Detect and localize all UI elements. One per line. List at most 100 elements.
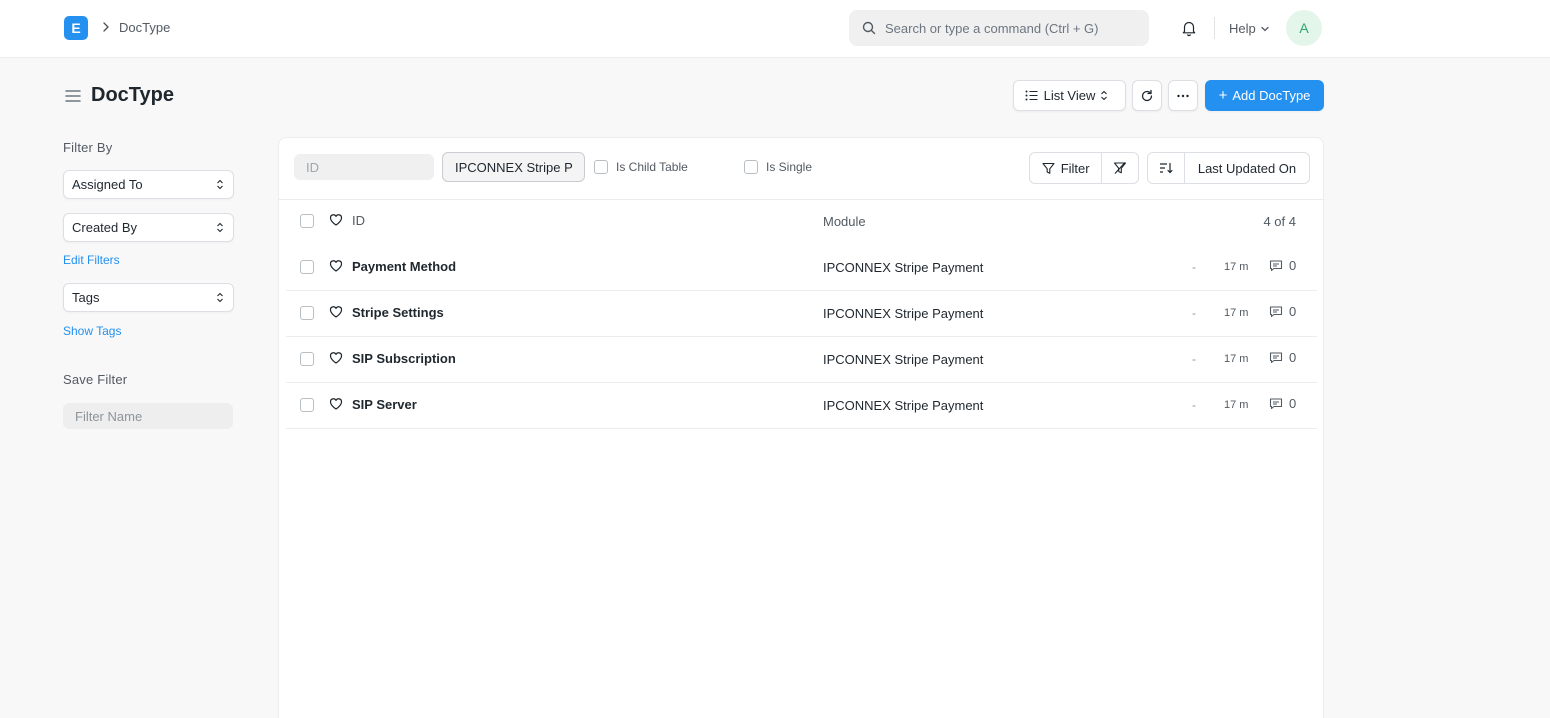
row-name[interactable]: Stripe Settings [352, 305, 444, 320]
filter-button[interactable]: Filter [1030, 153, 1103, 183]
navbar-divider [1214, 17, 1215, 39]
row-name[interactable]: SIP Subscription [352, 351, 456, 366]
row-status: - [1192, 352, 1196, 366]
ellipsis-icon [1177, 94, 1189, 97]
show-tags-link[interactable]: Show Tags [63, 324, 121, 338]
tags-select[interactable]: Tags [63, 283, 234, 312]
row-comments: 0 [1269, 304, 1296, 319]
sidebar-toggle-icon[interactable] [64, 88, 82, 104]
row-comments: 0 [1269, 396, 1296, 411]
row-module: IPCONNEX Stripe Payment [823, 398, 984, 413]
is-single-checkbox[interactable]: Is Single [744, 160, 812, 174]
created-by-select[interactable]: Created By [63, 213, 234, 242]
row-status: - [1192, 306, 1196, 320]
row-status: - [1192, 398, 1196, 412]
row-name[interactable]: Payment Method [352, 259, 456, 274]
list-view-label: List View [1043, 88, 1096, 103]
row-modified-time: 17 m [1224, 353, 1249, 365]
row-comment-count: 0 [1289, 396, 1297, 411]
is-child-table-checkbox[interactable]: Is Child Table [594, 160, 688, 174]
row-comment-count: 0 [1289, 258, 1297, 273]
heart-icon[interactable] [329, 259, 343, 273]
sort-button-group: Last Updated On [1147, 152, 1310, 184]
add-doctype-button[interactable]: + Add DocType [1205, 80, 1324, 111]
save-filter-label: Save Filter [63, 372, 128, 387]
id-filter-input[interactable]: ID [294, 154, 434, 180]
row-checkbox[interactable] [300, 398, 314, 412]
id-column-header: ID [352, 213, 365, 228]
list-row[interactable]: Payment Method IPCONNEX Stripe Payment -… [286, 245, 1317, 291]
list-icon [1025, 90, 1038, 101]
assigned-to-select[interactable]: Assigned To [63, 170, 234, 199]
comment-icon [1269, 306, 1283, 318]
row-module: IPCONNEX Stripe Payment [823, 352, 984, 367]
navbar: E DocType Search or type a command (Ctrl… [0, 0, 1550, 58]
sort-descending-icon [1160, 162, 1173, 174]
sort-field-label: Last Updated On [1197, 160, 1297, 176]
refresh-icon [1141, 89, 1153, 101]
row-name[interactable]: SIP Server [352, 397, 417, 412]
sort-updown-icon [217, 222, 223, 233]
list-view-button[interactable]: List View [1013, 80, 1126, 111]
select-all-checkbox[interactable] [300, 214, 314, 228]
list-row[interactable]: SIP Server IPCONNEX Stripe Payment - 17 … [286, 383, 1317, 429]
created-by-label: Created By [72, 220, 138, 235]
row-checkbox[interactable] [300, 260, 314, 274]
chevron-down-icon [1261, 26, 1269, 31]
is-child-table-label: Is Child Table [616, 160, 688, 174]
sort-order-button[interactable] [1148, 153, 1185, 183]
comment-icon [1269, 398, 1283, 410]
heart-icon[interactable] [329, 213, 343, 227]
row-checkbox[interactable] [300, 352, 314, 366]
sort-updown-icon [217, 179, 223, 190]
list-row[interactable]: Stripe Settings IPCONNEX Stripe Payment … [286, 291, 1317, 337]
plus-icon: + [1218, 87, 1228, 104]
edit-filters-link[interactable]: Edit Filters [63, 253, 120, 267]
avatar[interactable]: A [1286, 10, 1322, 46]
filter-button-group: Filter [1029, 152, 1139, 184]
list-card: ID IPCONNEX Stripe P Is Child Table Is S… [278, 137, 1324, 718]
breadcrumb-doctype[interactable]: DocType [119, 20, 170, 35]
checkbox[interactable] [594, 160, 608, 174]
sort-updown-icon [217, 292, 223, 303]
row-comment-count: 0 [1289, 350, 1297, 365]
filter-name-input[interactable]: Filter Name [63, 403, 233, 429]
more-actions-button[interactable] [1168, 80, 1198, 111]
row-comments: 0 [1269, 350, 1296, 365]
heart-icon[interactable] [329, 397, 343, 411]
row-module: IPCONNEX Stripe Payment [823, 260, 984, 275]
sort-field-button[interactable]: Last Updated On [1185, 153, 1309, 183]
tags-label: Tags [72, 290, 100, 305]
help-dropdown[interactable]: Help [1229, 21, 1270, 36]
assigned-to-label: Assigned To [72, 177, 143, 192]
filter-name-placeholder: Filter Name [75, 408, 143, 424]
refresh-button[interactable] [1132, 80, 1162, 111]
comment-icon [1269, 260, 1283, 272]
module-filter-value: IPCONNEX Stripe P [455, 159, 573, 175]
clear-filter-button[interactable] [1102, 153, 1138, 183]
heart-icon[interactable] [329, 351, 343, 365]
filter-label: Filter [1060, 160, 1090, 176]
list-row[interactable]: SIP Subscription IPCONNEX Stripe Payment… [286, 337, 1317, 383]
row-checkbox[interactable] [300, 306, 314, 320]
is-single-label: Is Single [766, 160, 813, 174]
id-filter-placeholder: ID [306, 159, 319, 175]
filter-clear-icon [1114, 162, 1127, 174]
filter-by-label: Filter By [63, 140, 113, 155]
search-input[interactable]: Search or type a command (Ctrl + G) [849, 10, 1149, 46]
notification-bell-icon[interactable] [1180, 19, 1198, 37]
row-modified-time: 17 m [1224, 399, 1249, 411]
heart-icon[interactable] [329, 305, 343, 319]
row-modified-time: 17 m [1224, 261, 1249, 273]
chevron-right-icon [103, 22, 109, 32]
checkbox[interactable] [744, 160, 758, 174]
row-comment-count: 0 [1289, 304, 1297, 319]
result-count: 4 of 4 [1263, 214, 1296, 229]
module-filter-input[interactable]: IPCONNEX Stripe P [442, 152, 585, 182]
row-divider [286, 428, 1317, 429]
filter-icon [1042, 162, 1055, 174]
row-modified-time: 17 m [1224, 307, 1249, 319]
sort-updown-icon [1101, 90, 1108, 101]
app-logo[interactable]: E [64, 16, 88, 40]
row-module: IPCONNEX Stripe Payment [823, 306, 984, 321]
